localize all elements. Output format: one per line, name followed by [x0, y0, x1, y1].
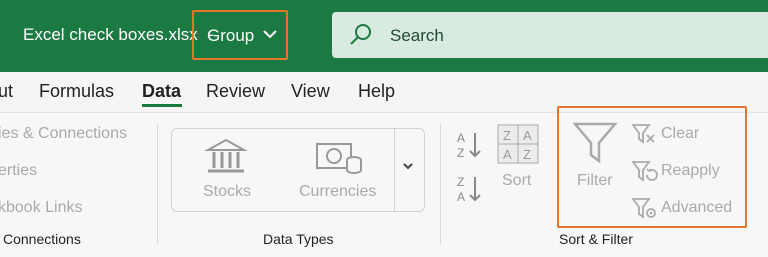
- svg-text:Z: Z: [457, 146, 464, 160]
- sort-dialog-icon[interactable]: Z A A Z: [497, 124, 539, 164]
- group-label-connections: Connections: [3, 231, 81, 247]
- group-label-data-types: Data Types: [263, 231, 334, 247]
- group-divider: [440, 124, 441, 244]
- filter-icon: [573, 122, 617, 164]
- file-name: Excel check boxes.xlsx -: [23, 25, 214, 45]
- currencies-button[interactable]: Currencies: [299, 183, 376, 201]
- sort-descending-icon[interactable]: Z A: [455, 174, 485, 204]
- svg-text:Z: Z: [503, 128, 511, 143]
- queries-connections-button[interactable]: ies & Connections: [0, 125, 127, 143]
- stocks-button[interactable]: Stocks: [203, 183, 251, 201]
- reapply-icon: [632, 161, 658, 182]
- tab-view[interactable]: View: [291, 81, 330, 102]
- sort-ascending-icon[interactable]: A Z: [455, 130, 485, 160]
- bank-icon: [204, 138, 248, 173]
- tab-layout[interactable]: ut: [0, 81, 13, 102]
- chevron-down-icon[interactable]: [262, 28, 278, 40]
- svg-text:A: A: [457, 190, 465, 204]
- group-divider: [157, 124, 158, 244]
- clear-button[interactable]: Clear: [661, 125, 699, 143]
- currency-icon: [316, 143, 362, 174]
- tab-data[interactable]: Data: [142, 81, 181, 102]
- file-name-text: Excel check boxes.xlsx: [23, 25, 198, 44]
- properties-button[interactable]: erties: [0, 162, 37, 180]
- svg-text:Z: Z: [523, 147, 531, 162]
- chevron-down-icon: [403, 163, 413, 170]
- advanced-filter-icon: [632, 198, 656, 219]
- search-placeholder[interactable]: Search: [390, 26, 444, 46]
- svg-text:Z: Z: [457, 175, 464, 189]
- active-tab-indicator: [142, 104, 182, 107]
- filter-button[interactable]: Filter: [577, 172, 613, 190]
- reapply-button[interactable]: Reapply: [661, 162, 720, 180]
- advanced-button[interactable]: Advanced: [661, 199, 732, 217]
- tab-review[interactable]: Review: [206, 81, 265, 102]
- group-label-sort-filter: Sort & Filter: [559, 231, 633, 247]
- svg-text:A: A: [523, 128, 532, 143]
- workbook-links-button[interactable]: kbook Links: [0, 199, 83, 217]
- group-button[interactable]: Group: [207, 26, 254, 46]
- tab-formulas[interactable]: Formulas: [39, 81, 114, 102]
- sort-button[interactable]: Sort: [502, 172, 531, 190]
- search-icon: [350, 24, 371, 45]
- clear-filter-icon: [632, 124, 655, 144]
- svg-text:A: A: [457, 131, 465, 145]
- tab-help[interactable]: Help: [358, 81, 395, 102]
- svg-text:A: A: [503, 147, 512, 162]
